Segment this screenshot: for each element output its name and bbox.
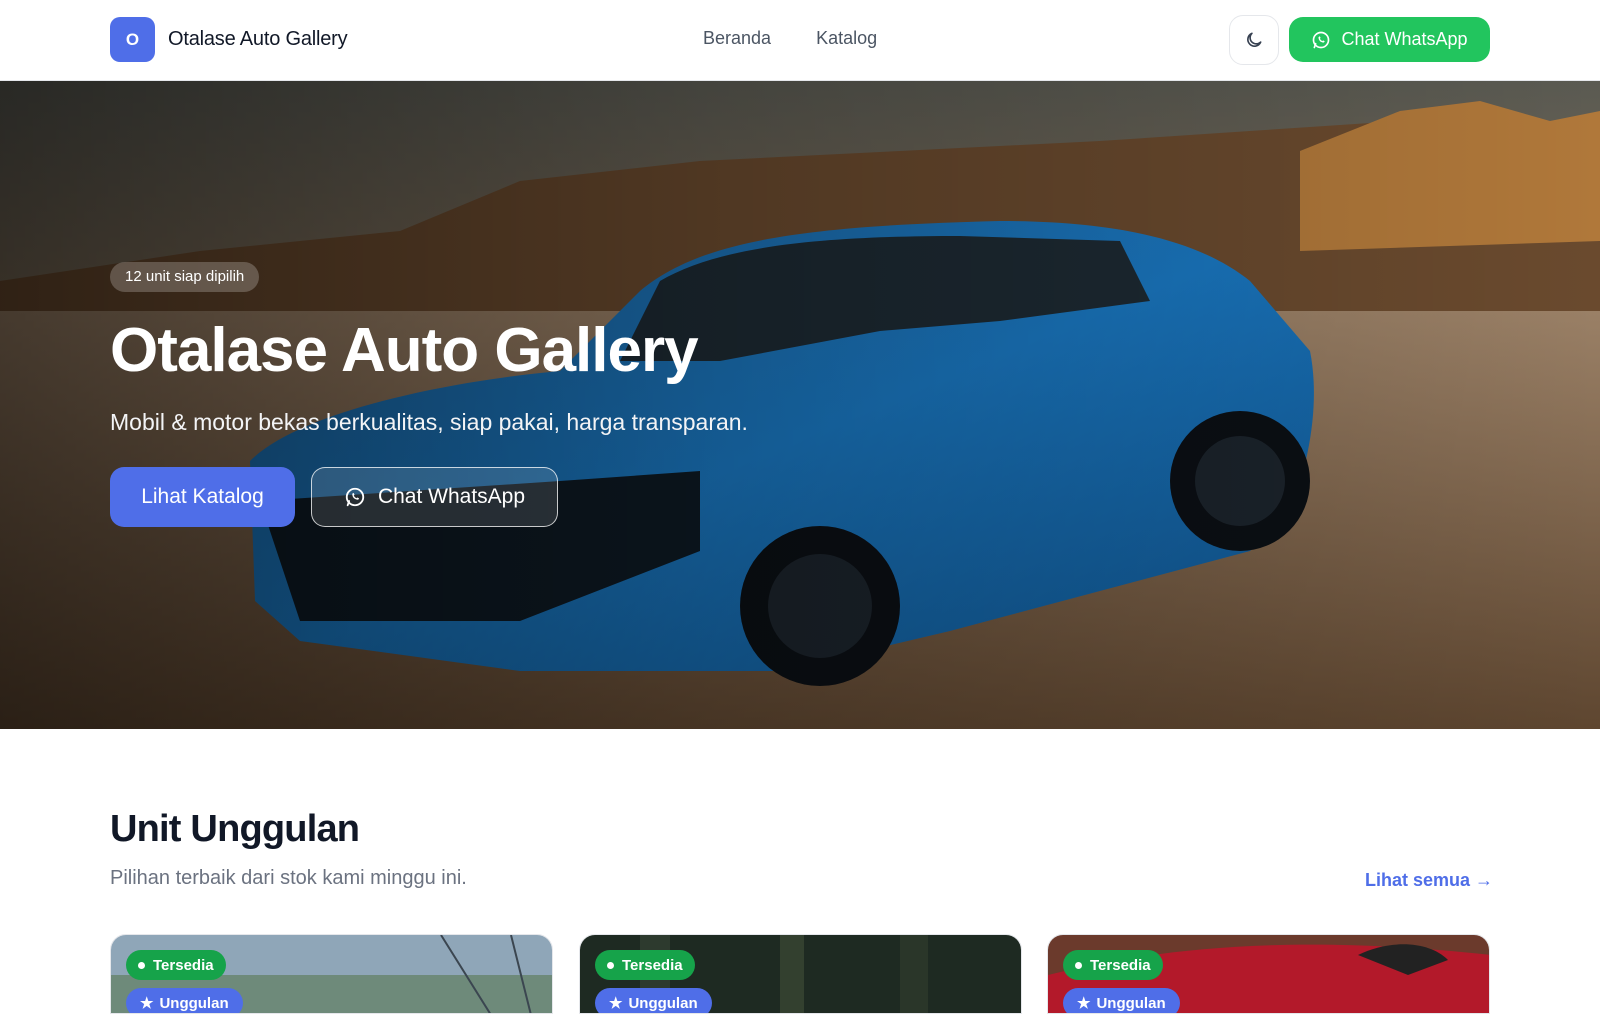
featured-card[interactable]: Tersedia ★ Unggulan [1047,934,1490,1014]
see-all-link[interactable]: Lihat semua → [1365,870,1493,891]
brand-name: Otalase Auto Gallery [168,28,348,50]
nav-link-beranda[interactable]: Beranda [703,28,771,49]
hero-whatsapp-button[interactable]: Chat WhatsApp [311,467,558,528]
whatsapp-chat-label: Chat WhatsApp [1341,29,1468,49]
featured-badge: ★ Unggulan [595,988,712,1013]
whatsapp-icon [345,487,365,507]
whatsapp-icon [1313,31,1330,48]
status-badge: Tersedia [126,950,226,980]
whatsapp-chat-button-nav[interactable]: Chat WhatsApp [1289,17,1490,62]
featured-card[interactable]: Tersedia ★ Unggulan [110,934,553,1014]
hero-whatsapp-label: Chat WhatsApp [377,485,526,509]
status-label: Tersedia [153,956,214,974]
status-label: Tersedia [622,956,683,974]
view-catalog-button[interactable]: Lihat Katalog [110,467,295,528]
nav-link-katalog[interactable]: Katalog [816,28,877,49]
status-badge: Tersedia [1063,950,1163,980]
star-icon: ★ [1077,995,1091,1012]
hero-title: Otalase Auto Gallery [110,316,699,385]
featured-section-subtitle: Pilihan terbaik dari stok kami minggu in… [110,867,467,889]
featured-section-title: Unit Unggulan [110,808,360,850]
hero-actions: Lihat Katalog Chat WhatsApp [110,467,748,528]
moon-icon [1247,32,1262,47]
featured-label: Unggulan [628,994,698,1012]
status-dot-icon [138,961,145,969]
hero-content: 12 unit siap dipilih Otalase Auto Galler… [110,262,748,528]
navbar: O Otalase Auto Gallery Beranda Katalog C… [0,0,1600,81]
theme-toggle-button[interactable] [1229,15,1279,65]
status-label: Tersedia [1090,956,1151,974]
brand[interactable]: O Otalase Auto Gallery [110,17,348,62]
status-dot-icon [1075,961,1082,969]
nav-links: Beranda Katalog [703,28,877,49]
star-icon: ★ [609,995,623,1012]
featured-badge: ★ Unggulan [126,988,243,1013]
featured-label: Unggulan [1096,994,1166,1012]
featured-badge: ★ Unggulan [1063,988,1180,1013]
star-icon: ★ [140,995,154,1012]
brand-logo: O [110,17,155,62]
hero-subtitle: Mobil & motor bekas berkualitas, siap pa… [110,409,748,436]
status-badge: Tersedia [595,950,695,980]
status-dot-icon [607,961,614,969]
featured-card[interactable]: Tersedia ★ Unggulan [579,934,1022,1014]
stock-count-badge: 12 unit siap dipilih [110,262,260,292]
hero-banner: 12 unit siap dipilih Otalase Auto Galler… [0,81,1600,729]
featured-label: Unggulan [159,994,229,1012]
